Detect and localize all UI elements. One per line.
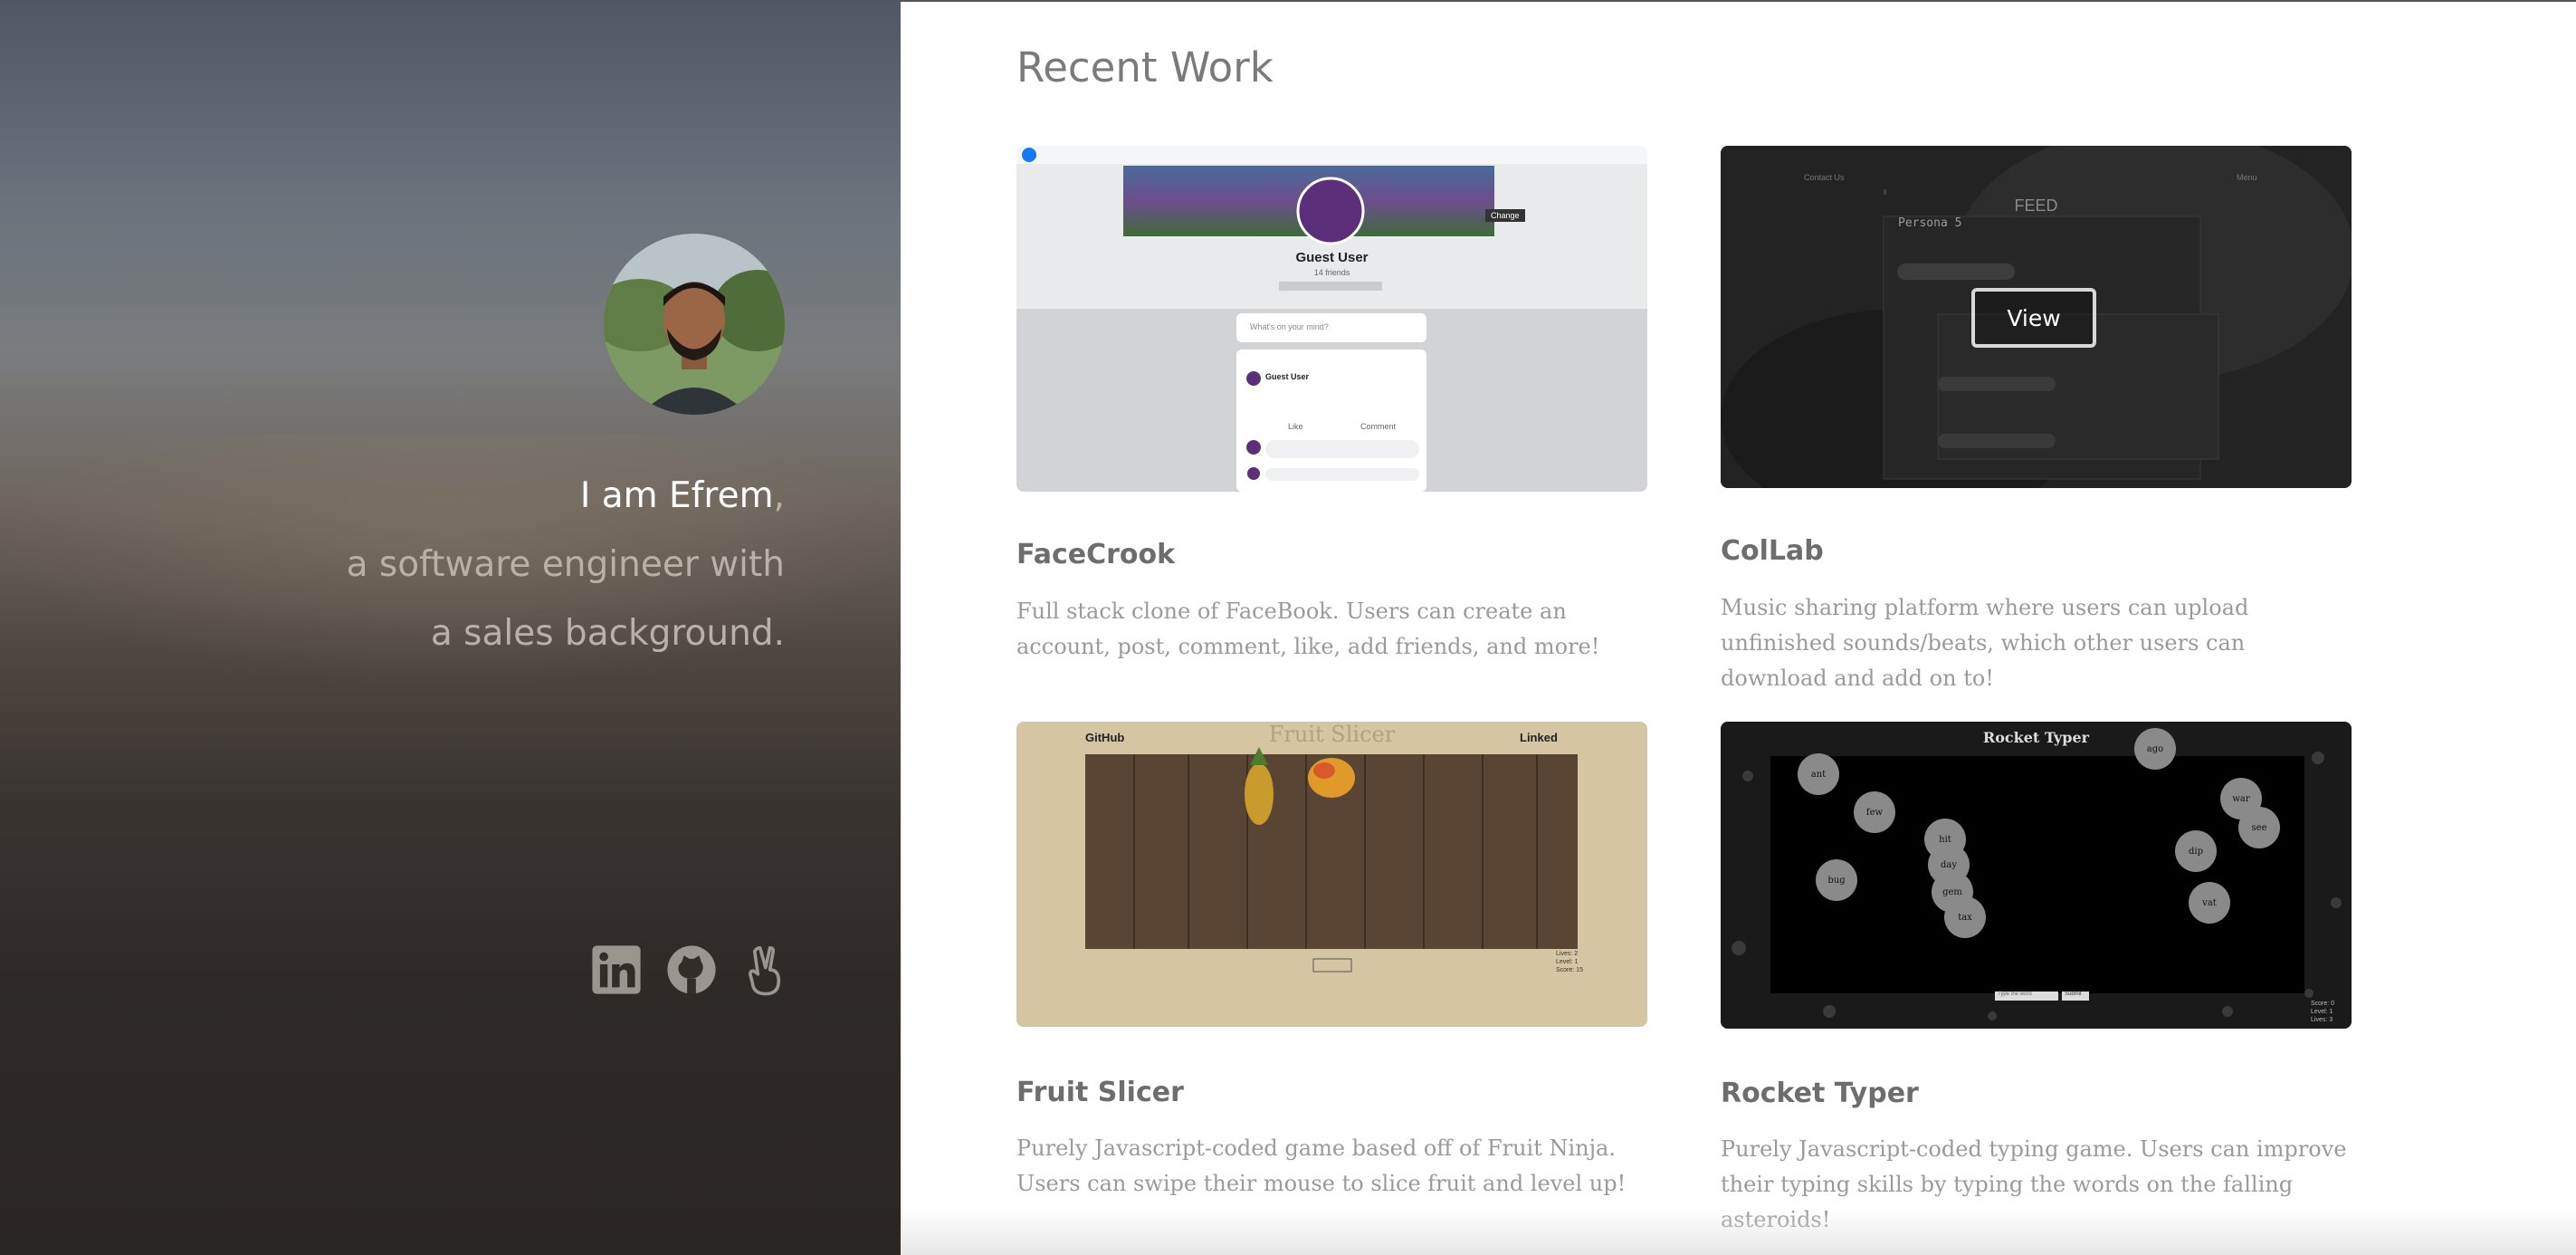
preview-linkedin: Linked — [1520, 731, 1558, 744]
asteroid-word: dip — [2175, 830, 2217, 872]
project-title[interactable]: ColLab — [1721, 535, 1824, 567]
preview-friends: 14 friends — [1313, 268, 1350, 277]
intro-line-3: a sales background. — [430, 613, 785, 654]
project-description: Purely Javascript-coded game based off o… — [1016, 1135, 1627, 1196]
preview-persona: Persona 5 — [1898, 216, 1962, 230]
asteroid-word: tax — [1944, 896, 1986, 938]
preview-stat: Level: 1 — [1556, 959, 1579, 965]
preview-submit: Submit — [2065, 992, 2082, 997]
asteroid-word: ago — [2134, 728, 2176, 770]
project-card-rocket-typer[interactable]: Rocket Typer ant few hit day gem tax bug war see… — [1721, 722, 2352, 1232]
preview-stat: Score: 15 — [1556, 967, 1583, 973]
project-thumbnail[interactable]: GitHub Fruit Slicer Linked Lives: 2 Leve… — [1016, 722, 1647, 1027]
view-button[interactable]: View — [1971, 288, 2096, 348]
preview-comment: Comment — [1360, 422, 1397, 431]
asteroid-word: see — [2238, 807, 2280, 848]
project-thumbnail[interactable]: Guest User 14 friends Change What's on y… — [1016, 146, 1647, 492]
section-title: Recent Work — [1016, 43, 1274, 91]
preview-stat: Score: 0 — [2311, 1001, 2335, 1007]
project-card-facecrook[interactable]: Guest User 14 friends Change What's on y… — [1016, 146, 1647, 659]
preview-post-author: Guest User — [1265, 372, 1310, 381]
asteroid-word: vat — [2189, 882, 2230, 924]
github-icon — [667, 945, 716, 994]
project-title[interactable]: FaceCrook — [1016, 539, 1175, 570]
preview-menu: Menu — [2237, 173, 2257, 182]
asteroid-word: bug — [1816, 859, 1857, 901]
preview-change-label: Change — [1491, 211, 1520, 220]
linkedin-icon — [592, 945, 641, 994]
github-link[interactable] — [665, 944, 718, 996]
intro-greeting: I am Efrem — [579, 475, 774, 516]
preview-like: Like — [1288, 422, 1303, 431]
project-description: Music sharing platform where users can u… — [1721, 595, 2249, 691]
preview-profile-name: Guest User — [1295, 250, 1369, 265]
preview-contact: Contact Us — [1804, 173, 1845, 182]
asteroid-word: few — [1854, 791, 1895, 833]
preview-stat: Lives: 2 — [1556, 951, 1579, 957]
preview-stat: Lives: 3 — [2311, 1017, 2333, 1023]
intro-text: I am Efrem, a software engineer with a s… — [151, 462, 785, 668]
project-card-fruit-slicer[interactable]: GitHub Fruit Slicer Linked Lives: 2 Leve… — [1016, 722, 1647, 1196]
angellist-link[interactable] — [740, 944, 793, 996]
preview-stat: Level: 1 — [2311, 1009, 2333, 1015]
intro-line-2: a software engineer with — [346, 544, 785, 585]
asteroid-word: ant — [1798, 753, 1839, 795]
bottom-shade — [901, 1210, 2576, 1255]
project-title[interactable]: Rocket Typer — [1721, 1078, 1919, 1109]
project-card-collab[interactable]: Contact Us Menu FEED Persona 5 View ColL… — [1721, 146, 2352, 691]
project-title[interactable]: Fruit Slicer — [1016, 1077, 1184, 1108]
avatar — [604, 234, 785, 415]
preview-feed: FEED — [2014, 196, 2058, 215]
project-thumbnail[interactable]: Contact Us Menu FEED Persona 5 View — [1721, 146, 2352, 488]
hero-sidebar: I am Efrem, a software engineer with a s… — [0, 0, 901, 1255]
preview-composer: What's on your mind? — [1250, 322, 1329, 331]
angellist-icon — [749, 946, 781, 996]
intro-comma: , — [773, 475, 785, 516]
project-description: Full stack clone of FaceBook. Users can … — [1016, 599, 1600, 659]
main-content: Recent Work Guest User 14 friends Change… — [901, 0, 2576, 1255]
preview-game-title: Rocket Typer — [1982, 729, 2090, 746]
preview-input: Type the word — [1998, 992, 2032, 997]
project-thumbnail[interactable]: Rocket Typer ant few hit day gem tax bug war see… — [1721, 722, 2352, 1029]
linkedin-link[interactable] — [590, 944, 643, 996]
